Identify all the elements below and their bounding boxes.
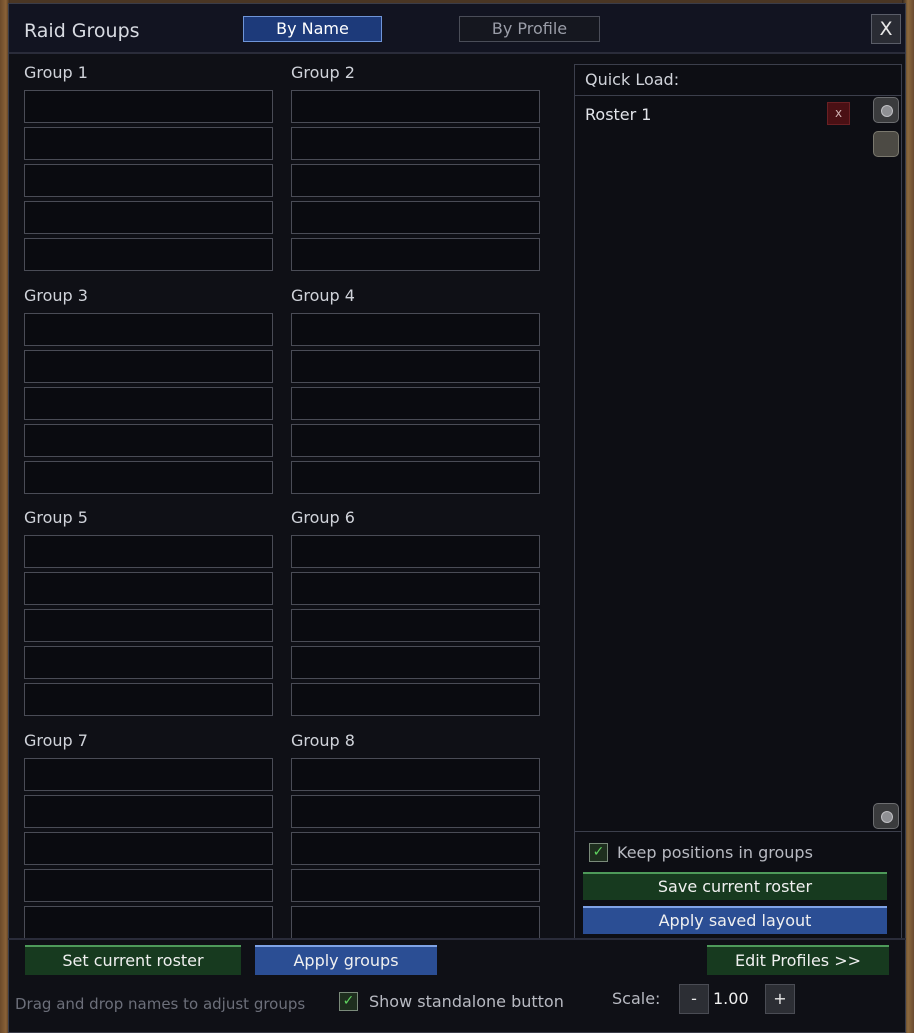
roster-item[interactable]: Roster 1 [585,105,651,124]
divider [8,938,906,940]
group-slot[interactable] [24,424,273,457]
group-slot[interactable] [24,238,273,271]
group-slot[interactable] [24,350,273,383]
tab-by-profile[interactable]: By Profile [459,16,600,42]
group-slot[interactable] [291,164,540,197]
group-slot[interactable] [24,832,273,865]
delete-roster-button[interactable]: x [827,102,850,125]
group-title: Group 7 [24,731,88,750]
group-title: Group 6 [291,508,355,527]
group-slot[interactable] [24,869,273,902]
group-6: Group 6 [291,509,541,720]
group-slot[interactable] [24,313,273,346]
group-3: Group 3 [24,287,274,498]
group-slot[interactable] [24,535,273,568]
group-slot[interactable] [24,758,273,791]
scrollbar-thumb[interactable] [873,131,899,157]
scroll-up-button[interactable] [873,97,899,123]
group-title: Group 2 [291,63,355,82]
group-slot[interactable] [291,424,540,457]
group-slot[interactable] [291,906,540,939]
group-title: Group 3 [24,286,88,305]
group-slot[interactable] [291,313,540,346]
standalone-label: Show standalone button [369,992,564,1011]
group-slot[interactable] [291,609,540,642]
scale-increment-button[interactable]: + [765,984,795,1014]
edit-profiles-button[interactable]: Edit Profiles >> [707,945,889,975]
scale-decrement-button[interactable]: - [679,984,709,1014]
scale-label: Scale: [612,989,661,1008]
group-slot[interactable] [291,387,540,420]
group-slot[interactable] [24,795,273,828]
group-slot[interactable] [24,646,273,679]
close-button[interactable]: X [871,14,901,44]
group-7: Group 7 [24,732,274,943]
drag-drop-hint: Drag and drop names to adjust groups [15,995,306,1013]
quick-load-panel: Quick Load: Roster 1 x ✓ Keep positions … [574,64,902,939]
group-2: Group 2 [291,64,541,275]
standalone-checkbox[interactable]: ✓ [339,992,358,1011]
raid-groups-window: Raid Groups By Name By Profile X Group 1… [8,3,906,1033]
group-slot[interactable] [291,832,540,865]
group-slot[interactable] [291,683,540,716]
group-slot[interactable] [291,201,540,234]
group-5: Group 5 [24,509,274,720]
group-8: Group 8 [291,732,541,943]
group-slot[interactable] [291,795,540,828]
quick-load-footer: ✓ Keep positions in groups Save current … [575,831,901,940]
quick-load-header: Quick Load: [575,65,901,96]
group-slot[interactable] [24,164,273,197]
group-1: Group 1 [24,64,274,275]
title-bar: Raid Groups By Name By Profile X [9,4,905,54]
group-slot[interactable] [291,758,540,791]
group-4: Group 4 [291,287,541,498]
keep-positions-checkbox[interactable]: ✓ [589,843,608,862]
group-slot[interactable] [24,461,273,494]
group-slot[interactable] [291,646,540,679]
group-slot[interactable] [24,906,273,939]
save-roster-button[interactable]: Save current roster [583,872,887,900]
group-slot[interactable] [24,683,273,716]
group-slot[interactable] [24,90,273,123]
group-title: Group 1 [24,63,88,82]
tab-by-name[interactable]: By Name [243,16,382,42]
keep-positions-label: Keep positions in groups [617,843,813,862]
group-slot[interactable] [24,127,273,160]
group-slot[interactable] [24,387,273,420]
group-title: Group 4 [291,286,355,305]
apply-groups-button[interactable]: Apply groups [255,945,437,975]
group-slot[interactable] [291,350,540,383]
group-slot[interactable] [291,572,540,605]
group-slot[interactable] [24,201,273,234]
group-slot[interactable] [291,127,540,160]
scale-value: 1.00 [713,989,749,1008]
set-roster-button[interactable]: Set current roster [25,945,241,975]
group-slot[interactable] [291,90,540,123]
group-title: Group 8 [291,731,355,750]
group-slot[interactable] [291,535,540,568]
group-slot[interactable] [24,609,273,642]
group-title: Group 5 [24,508,88,527]
group-slot[interactable] [291,869,540,902]
group-slot[interactable] [24,572,273,605]
group-slot[interactable] [291,238,540,271]
group-slot[interactable] [291,461,540,494]
scroll-down-button[interactable] [873,803,899,829]
window-title: Raid Groups [24,20,140,42]
apply-layout-button[interactable]: Apply saved layout [583,906,887,934]
